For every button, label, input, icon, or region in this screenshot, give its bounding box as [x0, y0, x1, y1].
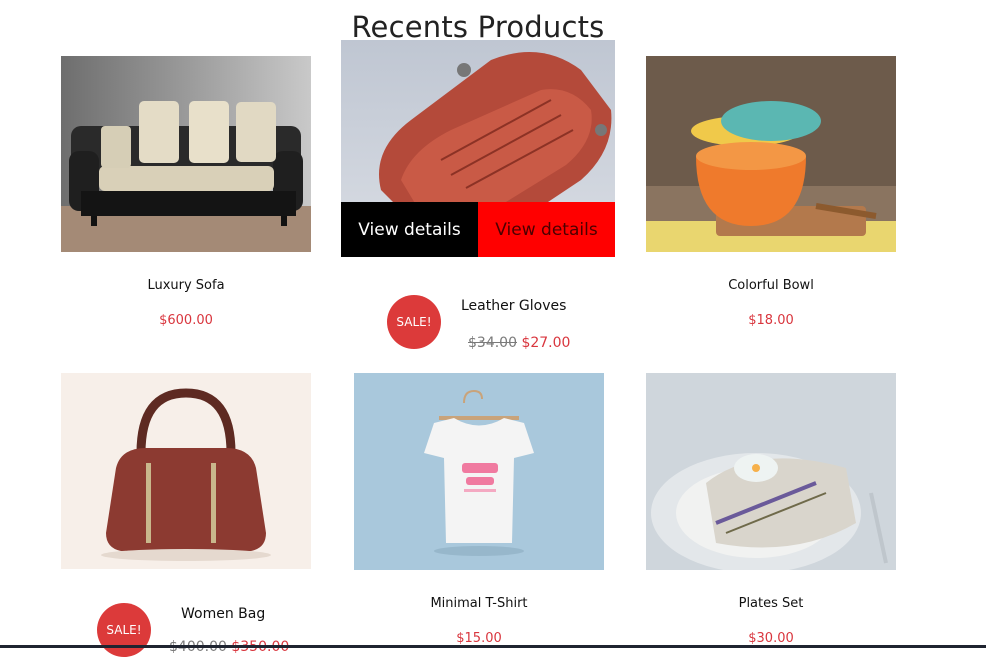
product-price: $600.00	[61, 313, 311, 328]
product-name[interactable]: Minimal T-Shirt	[354, 596, 604, 611]
current-price: $600.00	[159, 313, 213, 328]
current-price: $18.00	[748, 313, 794, 328]
product-image-plates[interactable]	[646, 373, 896, 570]
product-price: $15.00	[354, 631, 604, 646]
product-name[interactable]: Colorful Bowl	[646, 278, 896, 293]
product-name[interactable]: Plates Set	[646, 596, 896, 611]
sale-badge: SALE!	[387, 295, 441, 349]
hover-actions: View details View details	[341, 202, 615, 257]
current-price: $30.00	[748, 631, 794, 646]
product-card-luxury-sofa[interactable]: Luxury Sofa $600.00	[61, 56, 311, 346]
old-price: $34.00	[468, 335, 517, 351]
product-image-bag[interactable]	[61, 373, 311, 569]
view-details-button[interactable]: View details	[341, 202, 478, 257]
product-name[interactable]: Luxury Sofa	[61, 278, 311, 293]
product-price: $18.00	[646, 313, 896, 328]
product-card-minimal-tshirt[interactable]: Minimal T-Shirt $15.00	[354, 373, 604, 648]
product-name[interactable]: Leather Gloves	[461, 298, 571, 314]
current-price: $15.00	[456, 631, 502, 646]
product-image-sofa[interactable]	[61, 56, 311, 252]
sale-badge: SALE!	[97, 603, 151, 657]
product-image-tshirt[interactable]	[354, 373, 604, 570]
product-card-plates-set[interactable]: Plates Set $30.00	[646, 373, 896, 648]
section-title: Recents Products	[351, 10, 605, 44]
product-card-women-bag[interactable]: SALE! Women Bag $400.00 $350.00	[61, 373, 311, 657]
view-details-button-alt[interactable]: View details	[478, 202, 615, 257]
current-price: $27.00	[521, 335, 571, 351]
product-price: $34.00 $27.00	[468, 335, 608, 351]
product-card-colorful-bowl[interactable]: Colorful Bowl $18.00	[646, 56, 896, 346]
product-name[interactable]: Women Bag	[181, 606, 301, 622]
product-image-bowl[interactable]	[646, 56, 896, 252]
product-card-leather-gloves[interactable]: View details View details SALE! Leather …	[341, 40, 615, 360]
product-price: $30.00	[646, 631, 896, 646]
